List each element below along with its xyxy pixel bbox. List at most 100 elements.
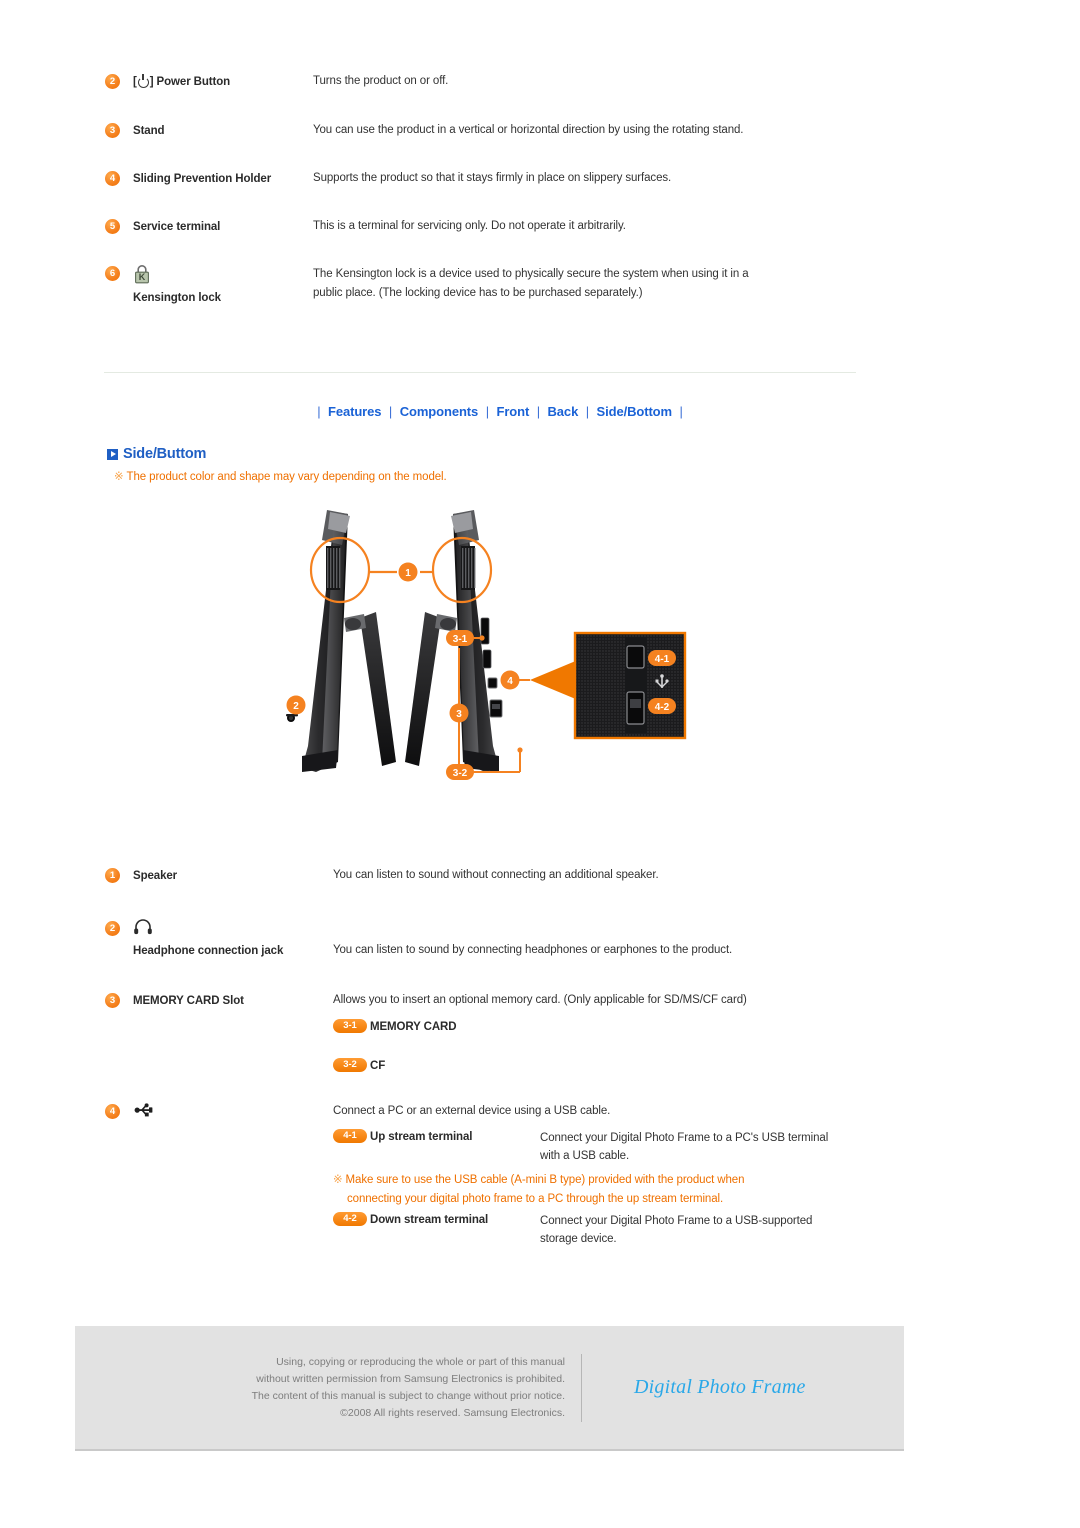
nav-link-features[interactable]: Features xyxy=(328,404,381,419)
callout-badge-1: 1 xyxy=(105,868,120,884)
spec-desc-text: Connect a PC or an external device using… xyxy=(333,1105,611,1117)
callout-label-2: 2 xyxy=(293,701,299,712)
headphone-icon-svg xyxy=(134,919,152,935)
nav-separator: | xyxy=(585,404,589,419)
callout-badge-5: 5 xyxy=(105,219,120,235)
footer-line-4: ©2008 All rights reserved. Samsung Elect… xyxy=(340,1406,565,1419)
section-divider xyxy=(104,372,856,373)
kensington-lock-icon: K xyxy=(133,264,151,284)
sub-desc-line1: Connect your Digital Photo Frame to a PC… xyxy=(540,1132,829,1144)
spec-desc-power-button: Turns the product on or off. xyxy=(313,75,449,87)
sub-callout-badge-4-1: 4-1 xyxy=(333,1129,367,1143)
callout-group-4-2: 4-2 xyxy=(648,698,676,714)
spec-desc-line2: public place. (The locking device has to… xyxy=(313,287,643,299)
footer-inner: Using, copying or reproducing the whole … xyxy=(75,1326,904,1449)
nav-link-components[interactable]: Components xyxy=(400,404,479,419)
usb-cable-warning-line1: Make sure to use the USB cable (A-mini B… xyxy=(345,1174,745,1186)
callout-label-3-2: 3-2 xyxy=(453,768,468,779)
callout-label-3-1: 3-1 xyxy=(453,634,468,645)
sub-item-label-memory-card: MEMORY CARD xyxy=(370,1021,457,1033)
sub-item-label-up-stream-terminal: Up stream terminal xyxy=(370,1131,473,1143)
power-icon xyxy=(137,74,149,88)
sub-item-memory-card: 3-1 MEMORY CARD xyxy=(333,1019,895,1035)
kensington-lock-icon-svg: K xyxy=(135,265,149,284)
callout-label-3: 3 xyxy=(456,709,462,720)
badge-cell: 1 xyxy=(105,866,133,885)
sub-callout-badge-4-2: 4-2 xyxy=(333,1212,367,1226)
headphone-icon-wrap xyxy=(133,919,333,941)
nav-link-side-bottom[interactable]: Side/Bottom xyxy=(597,404,673,419)
badge-cell: 4 xyxy=(105,1102,133,1121)
sub-desc-line2: with a USB cable. xyxy=(540,1150,630,1162)
section-heading: Side/Buttom xyxy=(107,446,206,462)
sub-desc-line2: storage device. xyxy=(540,1233,617,1245)
top-spec-table: 2 [ ] Power Button Turns the product on o… xyxy=(105,72,895,308)
nav-separator: | xyxy=(485,404,489,419)
section-note-text: The product color and shape may vary dep… xyxy=(126,471,447,483)
spec-row-kensington-lock: 6 K Kensington lock The Kensington lock … xyxy=(105,264,895,308)
badge-cell: 2 xyxy=(105,919,133,938)
spec-label-memory-card-slot: MEMORY CARD Slot xyxy=(133,995,244,1007)
speaker-grille-left xyxy=(326,546,341,590)
footer-line-2: without written permission from Samsung … xyxy=(256,1372,565,1385)
nav-separator: | xyxy=(388,404,393,419)
usb-cable-warning-line2: connecting your digital photo frame to a… xyxy=(347,1193,724,1205)
bottom-spec-table: 1 Speaker You can listen to sound withou… xyxy=(105,866,895,1248)
spec-desc-stand: You can use the product in a vertical or… xyxy=(313,124,744,136)
spec-desc-service-terminal: This is a terminal for servicing only. D… xyxy=(313,220,626,232)
spec-row-service-terminal: 5 Service terminal This is a terminal fo… xyxy=(105,217,895,237)
footer-copyright: Using, copying or reproducing the whole … xyxy=(165,1353,582,1422)
spec-label-text: ] Power Button xyxy=(149,76,231,88)
callout-badge-3: 3 xyxy=(105,993,120,1009)
sub-desc-line1: Connect your Digital Photo Frame to a US… xyxy=(540,1215,813,1227)
asterisk-mark-icon: ※ xyxy=(333,1174,343,1186)
spec-label-kensington-lock: K Kensington lock xyxy=(133,264,313,308)
headphone-icon xyxy=(133,919,153,935)
callout-label-4-1: 4-1 xyxy=(655,654,670,665)
spec-label-line2: jack xyxy=(261,945,284,957)
spec-label-speaker: Speaker xyxy=(133,870,178,882)
spec-label-line2: Holder xyxy=(235,173,272,185)
product-diagram-svg: 1 2 3-1 3 3-2 4 4-1 4-2 xyxy=(286,510,687,780)
sub-item-up-stream-terminal: 4-1 Up stream terminal Connect your Digi… xyxy=(333,1129,895,1165)
usb-icon-svg xyxy=(134,1103,153,1117)
spec-label-service-terminal: Service terminal xyxy=(133,221,221,233)
spec-desc-text: Allows you to insert an optional memory … xyxy=(333,994,747,1006)
nav-link-front[interactable]: Front xyxy=(496,404,529,419)
sub-item-desc-down-stream-terminal: Connect your Digital Photo Frame to a US… xyxy=(540,1212,895,1248)
play-arrow-icon xyxy=(107,448,118,460)
footer-brand: Digital Photo Frame xyxy=(634,1376,806,1398)
usb-icon xyxy=(133,1102,155,1118)
sub-item-label-cf: CF xyxy=(370,1060,386,1072)
spec-row-speaker: 1 Speaker You can listen to sound withou… xyxy=(105,866,895,886)
product-diagram: 1 2 3-1 3 3-2 4 4-1 4-2 xyxy=(230,500,720,820)
page-footer: Using, copying or reproducing the whole … xyxy=(75,1326,904,1451)
asterisk-mark-icon: ※ xyxy=(114,471,124,483)
callout-badge-2: 2 xyxy=(105,74,120,90)
badge-cell: 3 xyxy=(105,121,133,140)
badge-cell: 4 xyxy=(105,169,133,188)
footer-line-3: The content of this manual is subject to… xyxy=(251,1389,565,1402)
sub-item-desc-up-stream-terminal: Connect your Digital Photo Frame to a PC… xyxy=(540,1129,895,1165)
spec-label-headphone-jack: Headphone connection jack xyxy=(133,919,333,961)
callout-badge-6: 6 xyxy=(105,266,120,282)
callout-label-1: 1 xyxy=(405,568,411,579)
spec-row-sliding-prevention-holder: 4 Sliding Prevention Holder Supports the… xyxy=(105,169,895,189)
spec-row-stand: 3 Stand You can use the product in a ver… xyxy=(105,121,895,141)
sub-item-down-stream-terminal: 4-2 Down stream terminal Connect your Di… xyxy=(333,1212,895,1248)
spec-desc-line1: The Kensington lock is a device used to … xyxy=(313,268,749,280)
spec-label-sliding-prevention-holder: Sliding Prevention Holder xyxy=(133,169,313,189)
callout-badge-3: 3 xyxy=(105,123,120,139)
callout-group-4-1: 4-1 xyxy=(648,650,676,666)
callout-group-4: 4 xyxy=(500,670,530,690)
nav-link-back[interactable]: Back xyxy=(548,404,579,419)
bracket-open: [ xyxy=(133,76,137,88)
section-note: ※ The product color and shape may vary de… xyxy=(114,469,447,483)
callout-badge-2: 2 xyxy=(105,921,120,937)
callout-group-2: 2 xyxy=(286,695,306,715)
badge-cell: 6 xyxy=(105,264,133,283)
sub-callout-badge-3-2: 3-2 xyxy=(333,1058,367,1072)
spec-label-text: Kensington lock xyxy=(133,292,221,304)
spec-label-line1: Headphone connection xyxy=(133,945,259,957)
callout-label-4: 4 xyxy=(507,676,513,687)
